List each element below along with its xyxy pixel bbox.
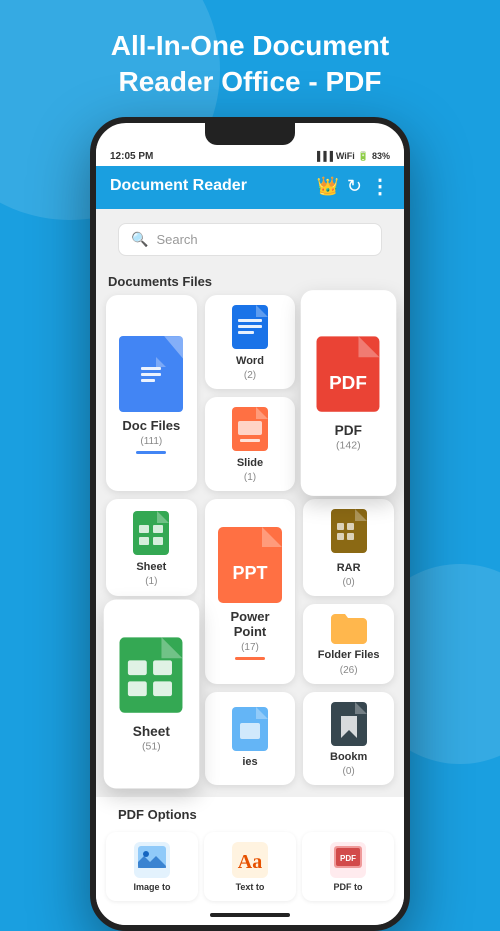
powerpoint-card[interactable]: PPT Power Point (17) — [205, 499, 296, 683]
pdf-to-icon: PDF — [330, 842, 366, 878]
folder-card[interactable]: Folder Files (26) — [303, 604, 394, 683]
sheet-small-count: (1) — [145, 576, 157, 587]
image-to-icon — [134, 842, 170, 878]
rar-name: RAR — [337, 562, 361, 575]
status-time: 12:05 PM — [110, 151, 153, 162]
doc-files-name: Doc Files — [122, 418, 180, 434]
documents-grid: Doc Files (111) Wo — [96, 295, 404, 793]
refresh-icon[interactable]: ↻ — [347, 176, 362, 197]
folder-icon — [331, 614, 367, 649]
pdf-options-grid: Image to Aa Text to — [106, 832, 394, 901]
more-icon[interactable]: ⋮ — [370, 174, 390, 199]
phone-notch — [205, 123, 295, 145]
image-to-card[interactable]: Image to — [106, 832, 198, 901]
sheet-large-name: Sheet — [133, 724, 170, 740]
sheet-small-name: Sheet — [136, 561, 166, 574]
app-header-title: Document Reader — [110, 177, 247, 195]
rar-count: (0) — [343, 577, 355, 588]
word-card[interactable]: Word (2) — [205, 295, 296, 389]
svg-text:PPT: PPT — [232, 563, 267, 583]
ies-icon — [232, 707, 268, 756]
rar-icon — [331, 509, 367, 558]
text-to-label: Text to — [236, 882, 265, 893]
svg-text:PDF: PDF — [330, 372, 368, 393]
pdf-icon: PDF — [315, 336, 382, 416]
svg-text:Aa: Aa — [238, 851, 262, 873]
powerpoint-count: (17) — [241, 642, 259, 653]
pdf-options-title: PDF Options — [106, 803, 394, 828]
word-name: Word — [236, 355, 264, 368]
sheet-large-icon — [118, 638, 185, 718]
doc-files-icon — [119, 336, 183, 412]
search-icon: 🔍 — [131, 231, 148, 248]
bookmark-icon — [331, 702, 367, 751]
pdf-to-label: PDF to — [334, 882, 363, 893]
sheet-small-icon — [133, 511, 169, 555]
home-indicator — [210, 913, 290, 917]
search-input[interactable]: Search — [156, 232, 197, 247]
phone-mockup: 12:05 PM ▐▐▐ WiFi 🔋 83% Document Reader … — [90, 117, 410, 931]
battery-icon: 🔋 — [358, 151, 369, 162]
sheet-large-card[interactable]: Sheet (51) — [104, 600, 199, 789]
bookmark-card[interactable]: Bookm (0) — [303, 692, 394, 785]
signal-icon: ▐▐▐ — [314, 151, 333, 161]
svg-text:PDF: PDF — [340, 854, 356, 863]
powerpoint-icon: PPT — [218, 527, 282, 603]
ies-card[interactable]: ies — [205, 692, 296, 785]
slide-card[interactable]: Slide (1) — [205, 397, 296, 491]
pdf-card[interactable]: PDF PDF (142) — [301, 290, 396, 496]
wifi-icon: WiFi — [336, 151, 355, 161]
ies-name: ies — [242, 756, 257, 769]
slide-icon — [232, 407, 268, 451]
slide-name: Slide — [237, 457, 263, 470]
text-to-icon: Aa — [232, 842, 268, 878]
pdf-count: (142) — [336, 441, 361, 453]
folder-count: (26) — [340, 665, 358, 676]
sheet-large-count: (51) — [142, 742, 161, 754]
bookmark-name: Bookm — [330, 751, 367, 764]
header-icons: 👑 ↻ ⋮ — [316, 174, 390, 199]
bookmark-count: (0) — [343, 766, 355, 777]
doc-files-card[interactable]: Doc Files (111) — [106, 295, 197, 491]
image-to-label: Image to — [133, 882, 170, 893]
powerpoint-name: Power Point — [215, 609, 286, 640]
search-bar[interactable]: 🔍 Search — [118, 223, 382, 256]
rar-card[interactable]: RAR (0) — [303, 499, 394, 596]
word-count: (2) — [244, 370, 256, 381]
sheet-small-card[interactable]: Sheet (1) — [106, 499, 197, 596]
word-icon — [232, 305, 268, 349]
slide-count: (1) — [244, 472, 256, 483]
pdf-name: PDF — [335, 422, 362, 438]
status-icons: ▐▐▐ WiFi 🔋 83% — [314, 151, 390, 162]
folder-name: Folder Files — [318, 649, 380, 662]
status-bar: 12:05 PM ▐▐▐ WiFi 🔋 83% — [96, 145, 404, 166]
pdf-to-card[interactable]: PDF PDF to — [302, 832, 394, 901]
app-header: Document Reader 👑 ↻ ⋮ — [96, 166, 404, 209]
text-to-card[interactable]: Aa Text to — [204, 832, 296, 901]
doc-files-count: (111) — [140, 436, 162, 447]
crown-icon[interactable]: 👑 — [316, 176, 338, 197]
